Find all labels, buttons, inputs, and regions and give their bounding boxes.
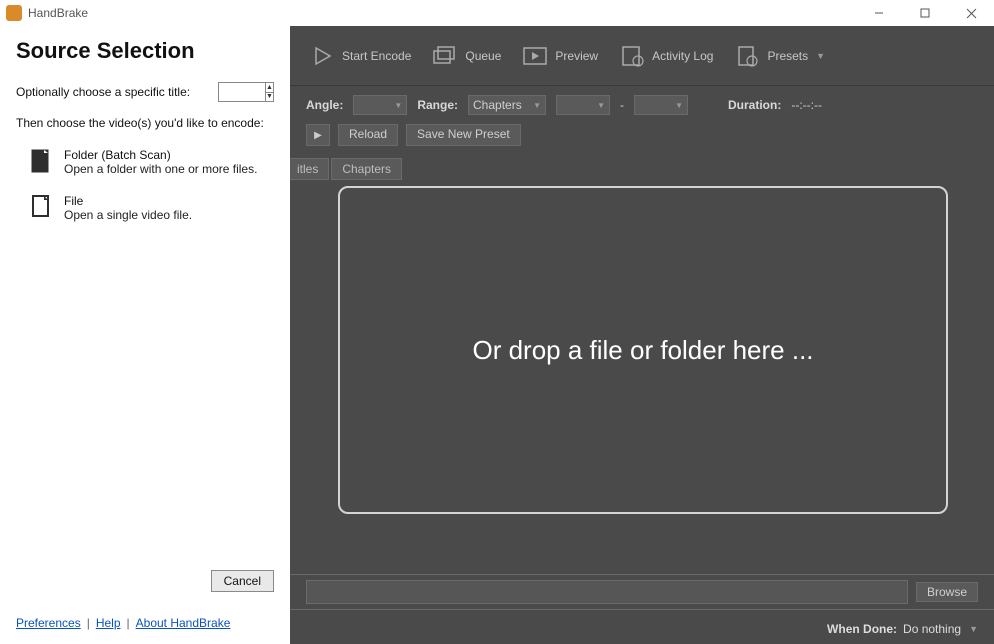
queue-icon: [431, 44, 459, 68]
source-selection-heading: Source Selection: [16, 38, 274, 64]
preview-label: Preview: [555, 49, 598, 63]
optional-title-label: Optionally choose a specific title:: [16, 85, 190, 99]
range-start-combo[interactable]: ▼: [556, 95, 610, 115]
close-button[interactable]: [948, 0, 994, 26]
minimize-button[interactable]: [856, 0, 902, 26]
range-dash: -: [620, 98, 624, 112]
preview-icon: [521, 44, 549, 68]
app-icon: [6, 5, 22, 21]
file-option[interactable]: File Open a single video file.: [16, 190, 274, 236]
play-icon: [308, 44, 336, 68]
file-option-subtitle: Open a single video file.: [64, 208, 192, 222]
activity-log-icon: [618, 44, 646, 68]
status-bar: When Done: Do nothing ▼: [290, 614, 994, 644]
duration-value: --:--:--: [791, 98, 822, 112]
folder-option-subtitle: Open a folder with one or more files.: [64, 162, 257, 176]
folder-option-title: Folder (Batch Scan): [64, 148, 257, 162]
chevron-down-icon: ▼: [816, 51, 825, 61]
arrow-right-button[interactable]: ▶: [306, 124, 330, 146]
source-selection-panel: Source Selection Optionally choose a spe…: [0, 26, 290, 644]
output-row: Browse: [290, 574, 994, 610]
folder-icon: [30, 148, 52, 174]
queue-button[interactable]: Queue: [423, 40, 509, 72]
presets-icon: [733, 44, 761, 68]
tab-strip: itles Chapters: [290, 154, 994, 180]
spinner-up[interactable]: ▲: [266, 83, 273, 93]
file-option-title: File: [64, 194, 192, 208]
output-path-field[interactable]: [306, 580, 908, 604]
about-link[interactable]: About HandBrake: [136, 616, 231, 630]
help-link[interactable]: Help: [96, 616, 121, 630]
activity-log-button[interactable]: Activity Log: [610, 40, 721, 72]
angle-combo[interactable]: ▼: [353, 95, 407, 115]
drop-zone-message: Or drop a file or folder here ...: [472, 335, 813, 366]
when-done-value[interactable]: Do nothing: [903, 622, 961, 636]
start-encode-label: Start Encode: [342, 49, 411, 63]
preset-buttons-row: ▶ Reload Save New Preset: [290, 124, 994, 154]
start-encode-button[interactable]: Start Encode: [300, 40, 419, 72]
tab-titles[interactable]: itles: [290, 158, 329, 180]
maximize-button[interactable]: [902, 0, 948, 26]
file-icon: [30, 194, 52, 220]
main-app-dimmed: Start Encode Queue Preview Activity Log: [290, 26, 994, 644]
title-spinner-input[interactable]: [219, 83, 265, 101]
spinner-down[interactable]: ▼: [266, 93, 273, 102]
cancel-button[interactable]: Cancel: [211, 570, 274, 592]
reload-button[interactable]: Reload: [338, 124, 398, 146]
when-done-label: When Done:: [827, 622, 897, 636]
titlebar: HandBrake: [0, 0, 994, 26]
range-end-combo[interactable]: ▼: [634, 95, 688, 115]
preferences-link[interactable]: Preferences: [16, 616, 81, 630]
tab-chapters[interactable]: Chapters: [331, 158, 402, 180]
app-title: HandBrake: [28, 6, 88, 20]
save-new-preset-button[interactable]: Save New Preset: [406, 124, 521, 146]
folder-batch-option[interactable]: Folder (Batch Scan) Open a folder with o…: [16, 144, 274, 190]
range-label: Range:: [417, 98, 458, 112]
toolbar: Start Encode Queue Preview Activity Log: [290, 26, 994, 86]
browse-button[interactable]: Browse: [916, 582, 978, 602]
encode-instruction: Then choose the video(s) you'd like to e…: [16, 116, 274, 130]
title-spinner[interactable]: ▲ ▼: [218, 82, 274, 102]
presets-button[interactable]: Presets ▼: [725, 40, 833, 72]
angle-label: Angle:: [306, 98, 343, 112]
footer-links: Preferences | Help | About HandBrake: [16, 616, 274, 634]
range-type-combo[interactable]: Chapters▼: [468, 95, 546, 115]
activity-log-label: Activity Log: [652, 49, 713, 63]
duration-label: Duration:: [728, 98, 781, 112]
queue-label: Queue: [465, 49, 501, 63]
presets-label: Presets: [767, 49, 808, 63]
drop-zone[interactable]: Or drop a file or folder here ...: [338, 186, 948, 514]
chevron-down-icon: ▼: [969, 624, 978, 634]
controls-row: Angle: ▼ Range: Chapters▼ ▼ - ▼ Duration…: [290, 86, 994, 124]
preview-button[interactable]: Preview: [513, 40, 606, 72]
